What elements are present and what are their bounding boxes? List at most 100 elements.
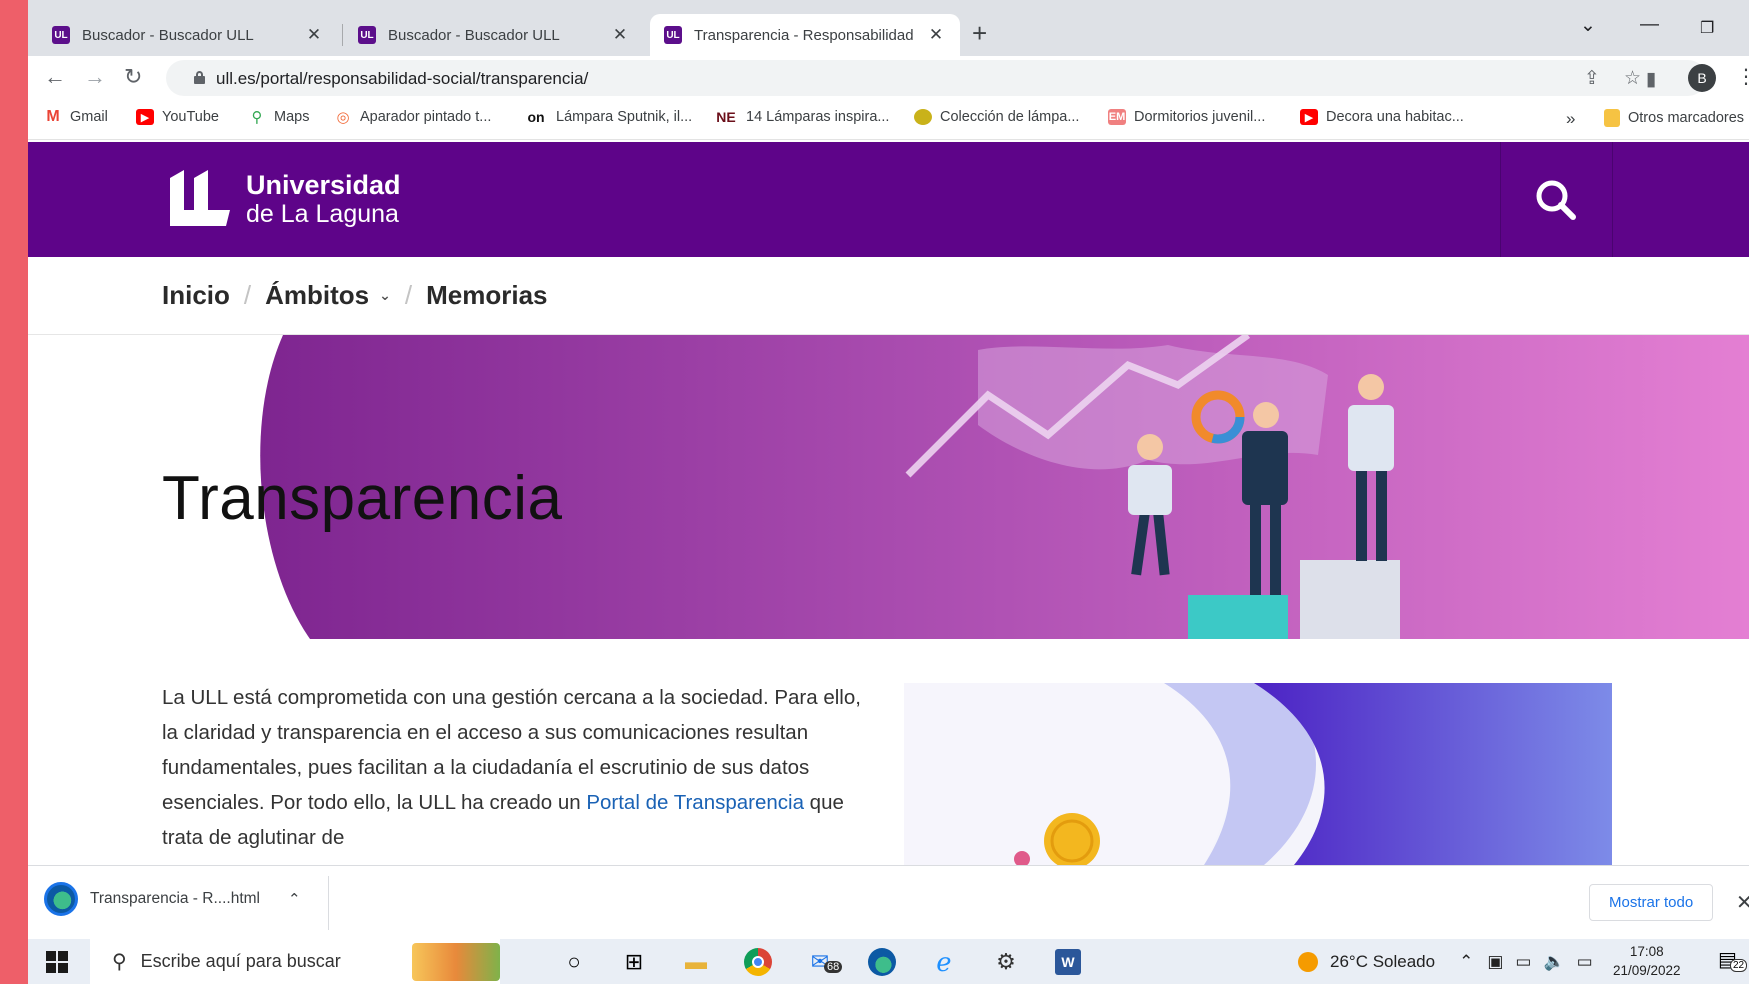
back-button[interactable]: ← [44, 64, 66, 90]
em-icon: EM [1108, 109, 1126, 125]
bookmark-coleccion[interactable]: Colección de lámpa... [914, 109, 1079, 125]
brand-name[interactable]: Universidad [246, 170, 401, 201]
bookmark-youtube[interactable]: ▶ YouTube [136, 109, 219, 125]
edge-icon[interactable] [866, 947, 898, 977]
reload-button[interactable]: ↻ [124, 64, 142, 90]
search-icon: ⚲ [112, 951, 127, 973]
system-clock[interactable]: 17:08 21/09/2022 [1613, 942, 1681, 980]
ull-logo-icon[interactable] [162, 170, 232, 226]
clock-date: 21/09/2022 [1613, 963, 1681, 978]
taskbar-search-box[interactable]: ⚲ Escribe aquí para buscar [90, 939, 500, 984]
download-divider [328, 876, 329, 930]
task-view-icon[interactable]: ⊞ [618, 947, 650, 977]
site-header: Universidad de La Laguna [28, 142, 1749, 257]
taskbar-search-placeholder: Escribe aquí para buscar [140, 951, 341, 971]
battery-icon[interactable]: ▭ [1515, 952, 1531, 972]
folder-icon [1604, 109, 1620, 127]
close-icon[interactable]: ✕ [304, 25, 324, 45]
minimize-button[interactable]: — [1640, 14, 1659, 36]
download-item[interactable]: Transparencia - R....html ⌃ [44, 882, 301, 916]
chevron-down-icon[interactable]: ⌄ [379, 287, 391, 304]
tab-transparencia[interactable]: UL Transparencia - Responsabilidad ✕ [650, 14, 960, 56]
youtube-icon: ▶ [136, 109, 154, 125]
notifications-icon[interactable]: ▤ 22 [1718, 947, 1748, 972]
brand-subname[interactable]: de La Laguna [246, 200, 399, 229]
close-icon[interactable]: ✕ [1736, 890, 1749, 915]
pin-icon: ◎ [334, 109, 352, 126]
chrome-logo [744, 948, 772, 976]
ull-favicon-icon: UL [664, 26, 682, 44]
youtube-icon: ▶ [1300, 109, 1318, 125]
gmail-icon: M [44, 108, 62, 125]
bookmark-label: Decora una habitac... [1326, 109, 1464, 125]
bookmark-star-icon[interactable]: ☆ [1624, 67, 1641, 90]
page-title: Transparencia [162, 464, 563, 533]
mail-icon[interactable]: ✉ 68 [804, 947, 843, 977]
other-bookmarks[interactable]: Otros marcadores [1604, 109, 1744, 127]
content-illustration [904, 683, 1612, 865]
bookmark-lampara-sputnik[interactable]: on Lámpara Sputnik, il... [524, 109, 692, 125]
cortana-icon[interactable]: ○ [558, 947, 590, 977]
system-tray: 26°C Soleado ⌃ ▣ ▭ 🔈 ▭ [1298, 939, 1593, 984]
tab-title: Transparencia - Responsabilidad [694, 26, 914, 44]
breadcrumb-inicio[interactable]: Inicio [162, 280, 230, 311]
settings-gear-icon[interactable]: ⚙ [990, 947, 1022, 977]
close-icon[interactable]: ✕ [926, 25, 946, 45]
bookmark-label: Maps [274, 109, 310, 125]
maps-icon: ⚲ [248, 109, 266, 126]
close-icon[interactable]: ✕ [610, 25, 630, 45]
bookmark-maps[interactable]: ⚲ Maps [248, 109, 310, 126]
internet-explorer-icon[interactable]: ℯ [928, 947, 960, 977]
tab-strip: UL Buscador - Buscador ULL ✕ UL Buscador… [28, 0, 1749, 56]
word-icon[interactable]: W [1052, 947, 1084, 977]
show-all-button[interactable]: Mostrar todo [1589, 884, 1714, 921]
on-icon: on [524, 109, 548, 125]
chevron-up-icon[interactable]: ⌃ [1459, 952, 1473, 972]
bookmark-gmail[interactable]: M Gmail [44, 108, 108, 125]
url-text[interactable]: ull.es/portal/responsabilidad-social/tra… [216, 69, 588, 89]
windows-start-icon[interactable] [46, 951, 68, 973]
breadcrumb-separator: / [243, 280, 252, 310]
menu-icon[interactable]: ⋮ [1736, 64, 1749, 89]
volume-icon[interactable]: 🔈 [1543, 952, 1564, 972]
tab-buscador-1[interactable]: UL Buscador - Buscador ULL ✕ [38, 14, 338, 56]
tab-buscador-2[interactable]: UL Buscador - Buscador ULL ✕ [344, 14, 644, 56]
ne-icon: NE [714, 109, 738, 125]
bookmark-label: Aparador pintado t... [360, 109, 492, 125]
side-panel-icon[interactable]: ▮ [1646, 68, 1656, 91]
search-highlight-icon [412, 943, 500, 981]
sun-icon [1298, 951, 1318, 972]
download-filename: Transparencia - R....html [90, 890, 260, 907]
tab-title: Buscador - Buscador ULL [82, 26, 254, 44]
clock-time: 17:08 [1629, 944, 1664, 959]
meet-now-icon[interactable]: ▣ [1487, 952, 1503, 972]
bookmark-aparador[interactable]: ◎ Aparador pintado t... [334, 109, 492, 126]
search-icon[interactable] [1534, 178, 1578, 222]
hero-banner: Transparencia [28, 335, 1749, 639]
breadcrumb-memorias[interactable]: Memorias [426, 280, 547, 311]
new-tab-button[interactable]: + [972, 18, 987, 49]
bookmark-14-lamparas[interactable]: NE 14 Lámparas inspira... [714, 109, 889, 125]
ull-favicon-icon: UL [358, 26, 376, 44]
intro-paragraph: La ULL está comprometida con una gestión… [162, 680, 882, 855]
network-icon[interactable]: ▭ [1577, 952, 1593, 972]
browser-toolbar: ← → ↻ ull.es/portal/responsabilidad-soci… [28, 56, 1749, 100]
restore-button[interactable]: ❐ [1700, 18, 1714, 38]
bookmarks-overflow-button[interactable]: » [1566, 109, 1575, 129]
share-icon[interactable]: ⇪ [1584, 67, 1600, 90]
file-explorer-icon[interactable]: ▬ [680, 947, 712, 977]
forward-button[interactable]: → [84, 64, 106, 90]
address-bar[interactable]: ull.es/portal/responsabilidad-social/tra… [166, 60, 1706, 96]
weather-text[interactable]: 26°C Soleado [1330, 952, 1435, 972]
bookmark-decora[interactable]: ▶ Decora una habitac... [1300, 109, 1464, 125]
tab-search-icon[interactable]: ⌄ [1580, 14, 1596, 37]
other-bookmarks-label: Otros marcadores [1628, 110, 1745, 126]
profile-avatar[interactable]: B [1688, 64, 1716, 92]
chrome-icon[interactable] [742, 947, 774, 977]
bookmark-dormitorios[interactable]: EM Dormitorios juvenil... [1108, 109, 1265, 125]
breadcrumb-ambitos[interactable]: Ámbitos [265, 280, 369, 311]
breadcrumb: Inicio / Ámbitos ⌄ / Memorias [28, 257, 1749, 335]
header-divider [1612, 142, 1613, 257]
chevron-up-icon[interactable]: ⌃ [288, 890, 301, 908]
portal-transparencia-link[interactable]: Portal de Transparencia [586, 791, 804, 814]
